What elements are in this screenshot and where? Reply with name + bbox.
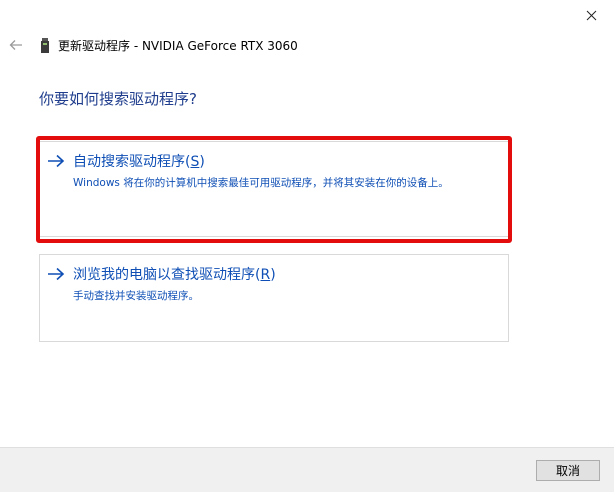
option-browse-description: 手动查找并安装驱动程序。 (73, 290, 199, 302)
option-auto-search-description: Windows 将在你的计算机中搜索最佳可用驱动程序，并将其安装在你的设备上。 (73, 177, 449, 189)
device-icon (41, 38, 49, 53)
back-arrow-icon (9, 40, 22, 50)
cancel-button[interactable]: 取消 (536, 460, 600, 481)
option-browse-title: 浏览我的电脑以查找驱动程序(R) (73, 267, 276, 283)
option-browse-computer[interactable]: 浏览我的电脑以查找驱动程序(R) 手动查找并安装驱动程序。 (39, 254, 509, 342)
window-title: 更新驱动程序 - NVIDIA GeForce RTX 3060 (58, 39, 298, 53)
option-auto-search-title: 自动搜索驱动程序(S) (73, 154, 205, 170)
dialog-footer: 取消 (0, 447, 614, 492)
option-auto-search[interactable]: 自动搜索驱动程序(S) Windows 将在你的计算机中搜索最佳可用驱动程序，并… (39, 141, 509, 237)
update-driver-window: 更新驱动程序 - NVIDIA GeForce RTX 3060 你要如何搜索驱… (0, 0, 614, 492)
close-button[interactable] (568, 0, 614, 30)
arrow-right-icon (48, 154, 65, 168)
title-bar: 更新驱动程序 - NVIDIA GeForce RTX 3060 (0, 30, 614, 62)
page-heading: 你要如何搜索驱动程序? (39, 90, 197, 108)
close-icon (586, 10, 596, 20)
arrow-right-icon (48, 267, 65, 281)
back-button[interactable] (6, 34, 26, 56)
